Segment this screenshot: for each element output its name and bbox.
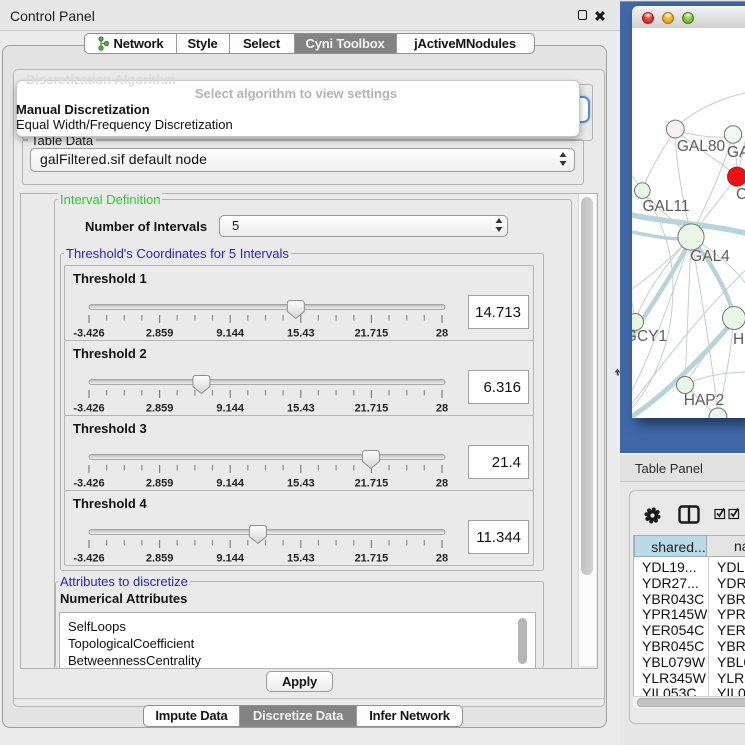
svg-text:2.859: 2.859	[146, 403, 174, 415]
svg-text:9.144: 9.144	[216, 478, 244, 490]
svg-text:9.144: 9.144	[216, 553, 244, 565]
svg-text:21.715: 21.715	[355, 403, 389, 415]
svg-text:28: 28	[436, 478, 448, 490]
svg-text:15.43: 15.43	[287, 328, 315, 340]
svg-text:Threshold 4: Threshold 4	[73, 496, 147, 511]
svg-text:-3.426: -3.426	[73, 553, 104, 565]
svg-text:28: 28	[436, 553, 448, 565]
svg-text:Threshold 2: Threshold 2	[73, 346, 147, 361]
svg-text:21.715: 21.715	[355, 478, 389, 490]
svg-text:HAP2: HAP2	[684, 392, 725, 409]
svg-text:2.859: 2.859	[146, 478, 174, 490]
svg-text:GA: GA	[727, 144, 745, 161]
svg-text:21.715: 21.715	[355, 328, 389, 340]
svg-text:21.715: 21.715	[355, 553, 389, 565]
svg-text:GAL11: GAL11	[642, 198, 689, 215]
svg-text:GAL4: GAL4	[690, 248, 730, 265]
svg-text:-3.426: -3.426	[73, 328, 104, 340]
svg-text:Threshold 3: Threshold 3	[73, 421, 147, 436]
svg-text:15.43: 15.43	[287, 478, 315, 490]
svg-text:9.144: 9.144	[216, 328, 244, 340]
svg-text:CY: CY	[736, 186, 745, 203]
svg-text:28: 28	[436, 328, 448, 340]
svg-text:GCY1: GCY1	[632, 328, 667, 345]
svg-text:15.43: 15.43	[287, 403, 315, 415]
svg-text:2.859: 2.859	[146, 328, 174, 340]
svg-text:15.43: 15.43	[287, 553, 315, 565]
svg-text:GAL80: GAL80	[677, 138, 726, 155]
svg-text:28: 28	[436, 403, 448, 415]
svg-text:9.144: 9.144	[216, 403, 244, 415]
svg-text:-3.426: -3.426	[73, 403, 104, 415]
svg-text:-3.426: -3.426	[73, 478, 104, 490]
svg-text:H: H	[733, 331, 744, 348]
svg-text:2.859: 2.859	[146, 553, 174, 565]
svg-text:Threshold 1: Threshold 1	[73, 271, 147, 286]
